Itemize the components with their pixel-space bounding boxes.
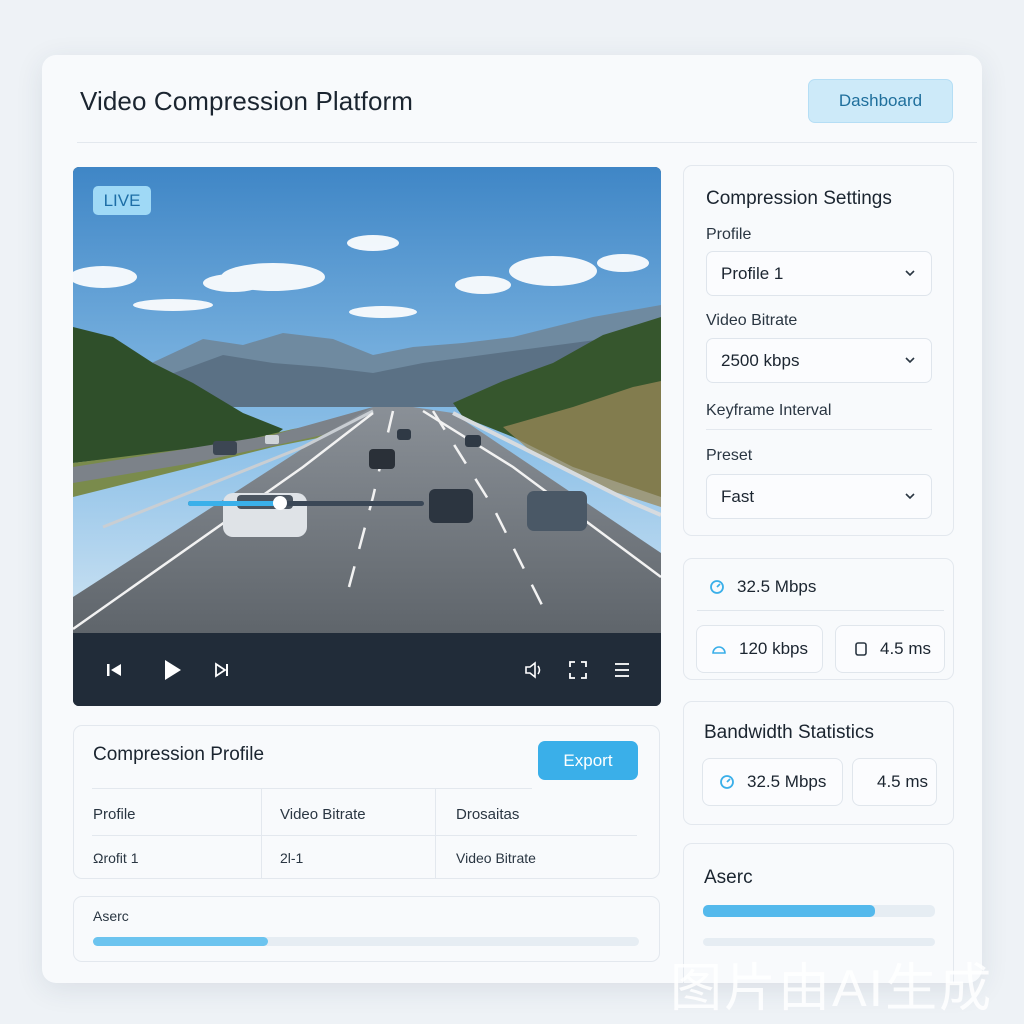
preset-label: Preset (706, 447, 753, 464)
table-cell-bitrate: 2l-1 (280, 850, 304, 866)
bitrate-value: 2500 kbps (721, 351, 800, 370)
bandwidth-title: Bandwidth Statistics (704, 722, 875, 743)
fullscreen-icon[interactable] (563, 655, 593, 685)
play-icon[interactable] (157, 655, 187, 685)
document-icon (855, 642, 867, 656)
table-top-divider (92, 788, 532, 789)
table-col-divider-1 (261, 788, 262, 878)
bitrate-select[interactable]: 2500 kbps (706, 338, 932, 383)
volume-icon[interactable] (519, 655, 549, 685)
chevron-down-icon (905, 493, 915, 500)
throughput-stat: 32.5 Mbps (697, 563, 944, 611)
skip-forward-icon[interactable] (207, 655, 237, 685)
progress-knob[interactable] (273, 496, 288, 510)
table-col-divider-2 (435, 788, 436, 878)
left-bottom-panel (73, 896, 660, 962)
bandwidth-latency-stat: 4.5 ms (852, 758, 937, 806)
bitrate-stat: 120 kbps (696, 625, 823, 673)
dashboard-button[interactable]: Dashboard (808, 79, 953, 123)
right-progress-fill-1 (703, 905, 875, 917)
page-title: Video Compression Platform (80, 86, 414, 116)
keyframe-label: Keyframe Interval (706, 402, 832, 419)
left-progress-fill (93, 937, 268, 946)
progress-track[interactable] (188, 496, 424, 510)
table-row-divider (92, 835, 637, 836)
latency-value: 4.5 ms (880, 639, 932, 658)
preset-value: Fast (721, 487, 755, 506)
throughput-value: 32.5 Mbps (737, 576, 817, 596)
left-bottom-title: Aserc (93, 908, 129, 924)
menu-icon[interactable] (607, 655, 637, 685)
player-controls (73, 633, 661, 706)
export-button[interactable]: Export (538, 741, 638, 780)
live-badge: LIVE (93, 186, 151, 215)
table-header-third: Drosaitas (456, 806, 520, 823)
table-cell-third: Video Bitrate (456, 850, 536, 866)
keyframe-divider (706, 429, 932, 430)
gauge-icon (720, 775, 734, 789)
chevron-down-icon (905, 270, 915, 277)
watermark: 图片由AI生成 (670, 960, 994, 1018)
bandwidth-throughput-value: 32.5 Mbps (747, 772, 827, 791)
profile-label: Profile (706, 226, 752, 243)
profile-value: Profile 1 (721, 264, 784, 283)
right-progress-bar-1 (703, 905, 935, 917)
title-divider (77, 142, 977, 143)
settings-title: Compression Settings (706, 188, 892, 209)
speed-icon (712, 646, 726, 654)
table-header-bitrate: Video Bitrate (280, 806, 366, 823)
chevron-down-icon (905, 357, 915, 364)
gauge-icon (710, 579, 724, 594)
bandwidth-latency-value: 4.5 ms (877, 772, 929, 791)
preset-select[interactable]: Fast (706, 474, 932, 519)
compression-profile-title: Compression Profile (93, 744, 265, 765)
video-player[interactable] (73, 167, 661, 706)
bandwidth-throughput-stat: 32.5 Mbps (702, 758, 843, 806)
bitrate-label: Video Bitrate (706, 312, 798, 329)
profile-select[interactable]: Profile 1 (706, 251, 932, 296)
progress-fill (188, 501, 281, 506)
video-frame-highway (73, 167, 661, 633)
right-bottom-title: Aserc (704, 867, 753, 888)
table-header-profile: Profile (93, 806, 136, 823)
skip-back-icon[interactable] (99, 655, 129, 685)
left-progress-bar (93, 937, 639, 946)
table-cell-profile: Ωrofit 1 (93, 850, 139, 866)
latency-stat: 4.5 ms (835, 625, 945, 673)
bitrate-metric-value: 120 kbps (739, 639, 808, 658)
right-progress-bar-2 (703, 938, 935, 946)
